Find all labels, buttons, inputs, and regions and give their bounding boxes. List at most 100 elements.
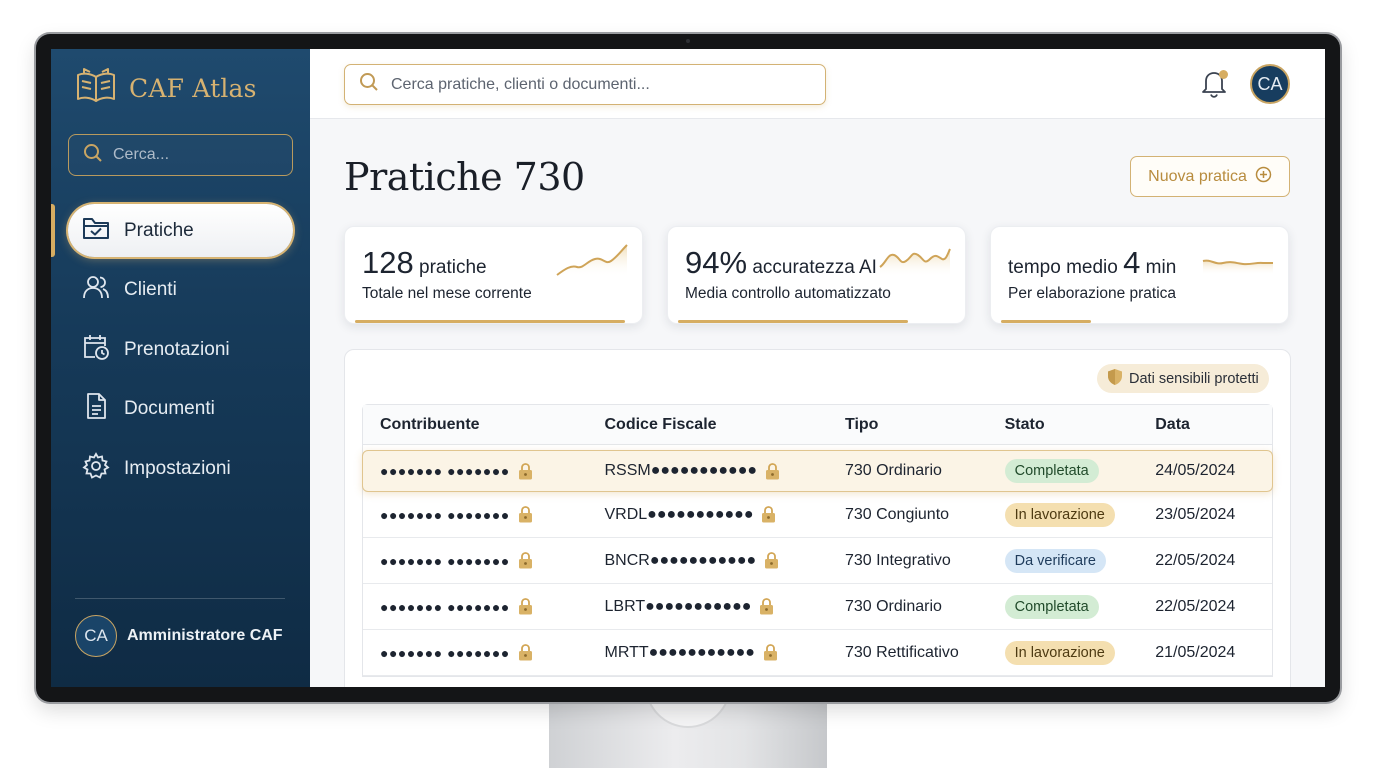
- sidebar-item-pratiche[interactable]: Pratiche: [68, 204, 293, 257]
- status-badge: Completata: [1004, 594, 1099, 619]
- stat-suffix: min: [1145, 257, 1177, 278]
- sidebar-item-clienti[interactable]: Clienti: [68, 264, 293, 317]
- status-badge: Completata: [1004, 459, 1099, 483]
- contribuente-masked: ●●●●●●● ●●●●●●●: [380, 463, 510, 479]
- column-header-tipo[interactable]: Tipo: [845, 416, 1005, 434]
- users-icon: [82, 274, 110, 306]
- sidebar-item-label: Impostazioni: [124, 457, 231, 479]
- codice-fiscale-masked: BNCR●●●●●●●●●●●: [604, 551, 757, 569]
- lock-icon: [765, 462, 780, 480]
- tipo-cell: 730 Rettificativo: [844, 643, 959, 661]
- search-icon: [83, 143, 103, 168]
- brand-name: CAF Atlas: [129, 74, 257, 103]
- stat-progress-bar: [355, 320, 625, 323]
- calendar-clock-icon: [82, 333, 110, 367]
- sidebar-item-label: Documenti: [124, 398, 215, 419]
- stat-value: 4: [1123, 245, 1141, 280]
- sidebar-user[interactable]: CA Amministratore CAF: [75, 615, 283, 657]
- table-row[interactable]: ●●●●●●● ●●●●●●● MRTT●●●●●●●●●●● 730 Rett…: [363, 630, 1272, 676]
- codice-fiscale-masked: MRTT●●●●●●●●●●●: [604, 643, 755, 661]
- document-icon: [82, 392, 110, 426]
- bell-icon: [1200, 72, 1228, 102]
- sparkline-wave: [879, 248, 951, 277]
- sidebar-nav: Pratiche Clienti Prenotazioni Documenti: [68, 204, 293, 502]
- stat-progress-bar: [1001, 320, 1091, 323]
- codice-fiscale-masked: LBRT●●●●●●●●●●●: [604, 597, 752, 615]
- contribuente-masked: ●●●●●●● ●●●●●●●: [380, 644, 510, 661]
- sensitive-data-label: Dati sensibili protetti: [1129, 370, 1259, 387]
- stat-card-accuratezza[interactable]: 94% accuratezza AI Media controllo autom…: [667, 226, 966, 324]
- sidebar-item-impostazioni[interactable]: Impostazioni: [68, 442, 293, 495]
- stat-card-pratiche[interactable]: 128 pratiche Totale nel mese corrente: [344, 226, 643, 324]
- lock-icon: [763, 644, 778, 661]
- stat-caption: Totale nel mese corrente: [362, 285, 532, 302]
- global-search[interactable]: [344, 64, 826, 105]
- notifications-button[interactable]: [1200, 68, 1230, 100]
- stat-value: 94%: [685, 245, 748, 280]
- sidebar-item-documenti[interactable]: Documenti: [68, 383, 293, 436]
- sidebar-search-input[interactable]: [113, 146, 283, 164]
- brand[interactable]: CAF Atlas: [75, 67, 257, 110]
- sidebar-search[interactable]: [68, 134, 293, 176]
- gear-icon: [82, 451, 110, 486]
- status-badge: Da verificare: [1004, 548, 1106, 573]
- stat-caption: Media controllo automatizzato: [685, 285, 891, 302]
- global-search-input[interactable]: [391, 75, 811, 94]
- codice-fiscale-masked: RSSM●●●●●●●●●●●: [604, 462, 758, 479]
- new-practice-button[interactable]: Nuova pratica: [1130, 156, 1290, 197]
- shield-icon: [1107, 368, 1123, 390]
- active-nav-indicator: [51, 204, 55, 257]
- sidebar-divider: [75, 598, 285, 599]
- lock-icon: [764, 552, 779, 569]
- sidebar-item-label: Clienti: [124, 279, 177, 300]
- topbar: CA: [310, 49, 1325, 119]
- page-title: Pratiche 730: [344, 155, 585, 199]
- stat-prefix: tempo medio: [1008, 257, 1118, 278]
- status-badge: In lavorazione: [1004, 640, 1115, 665]
- contribuente-masked: ●●●●●●● ●●●●●●●: [380, 506, 510, 523]
- table-row[interactable]: ●●●●●●● ●●●●●●● RSSM●●●●●●●●●●● 730 Ordi…: [362, 450, 1273, 492]
- table-header: Contribuente Codice Fiscale Tipo Stato D…: [363, 405, 1272, 445]
- contribuente-masked: ●●●●●●● ●●●●●●●: [380, 598, 510, 615]
- avatar: CA: [75, 615, 117, 657]
- plus-circle-icon: [1255, 166, 1272, 188]
- practices-table-card: Dati sensibili protetti Contribuente Cod…: [344, 349, 1291, 687]
- search-icon: [359, 72, 379, 97]
- stat-caption: Per elaborazione pratica: [1008, 285, 1177, 302]
- stat-card-tempo[interactable]: tempo medio 4 min Per elaborazione prati…: [990, 226, 1289, 324]
- codice-fiscale-masked: VRDL●●●●●●●●●●●: [604, 505, 754, 523]
- sparkline-trend-up: [556, 244, 628, 277]
- stat-progress-bar: [678, 320, 908, 323]
- tipo-cell: 730 Ordinario: [844, 597, 942, 615]
- monitor-camera: [686, 39, 690, 43]
- column-header-stato[interactable]: Stato: [1005, 416, 1156, 434]
- date-cell: 24/05/2024: [1155, 462, 1236, 479]
- table-row[interactable]: ●●●●●●● ●●●●●●● BNCR●●●●●●●●●●● 730 Inte…: [363, 538, 1272, 584]
- user-avatar[interactable]: CA: [1250, 64, 1290, 104]
- notification-dot: [1219, 70, 1228, 79]
- contribuente-masked: ●●●●●●● ●●●●●●●: [380, 552, 510, 569]
- sidebar-item-prenotazioni[interactable]: Prenotazioni: [68, 323, 293, 376]
- table-row[interactable]: ●●●●●●● ●●●●●●● LBRT●●●●●●●●●●● 730 Ordi…: [363, 584, 1272, 630]
- status-badge: In lavorazione: [1004, 502, 1115, 527]
- column-header-codice-fiscale[interactable]: Codice Fiscale: [605, 416, 845, 434]
- lock-icon: [759, 598, 774, 615]
- column-header-contribuente[interactable]: Contribuente: [363, 416, 605, 434]
- date-cell: 22/05/2024: [1155, 597, 1236, 615]
- lock-icon: [518, 552, 533, 569]
- sparkline-flat: [1202, 259, 1273, 275]
- practices-table: Contribuente Codice Fiscale Tipo Stato D…: [362, 404, 1273, 677]
- column-header-data[interactable]: Data: [1155, 416, 1272, 434]
- lock-icon: [518, 506, 533, 523]
- table-row[interactable]: ●●●●●●● ●●●●●●● VRDL●●●●●●●●●●● 730 Cong…: [363, 492, 1272, 538]
- main-content: CA Pratiche 730 Nuova pratica 128 pratic…: [310, 49, 1325, 687]
- app-window: CAF Atlas Pratiche Clienti: [51, 49, 1325, 687]
- sidebar-item-label: Pratiche: [124, 219, 194, 241]
- folder-check-icon: [82, 215, 110, 247]
- tipo-cell: 730 Ordinario: [844, 462, 942, 479]
- stat-unit: accuratezza AI: [752, 257, 877, 278]
- stat-value: 128: [362, 245, 414, 280]
- book-logo-icon: [75, 67, 117, 110]
- lock-icon: [518, 644, 533, 661]
- tipo-cell: 730 Congiunto: [844, 505, 950, 523]
